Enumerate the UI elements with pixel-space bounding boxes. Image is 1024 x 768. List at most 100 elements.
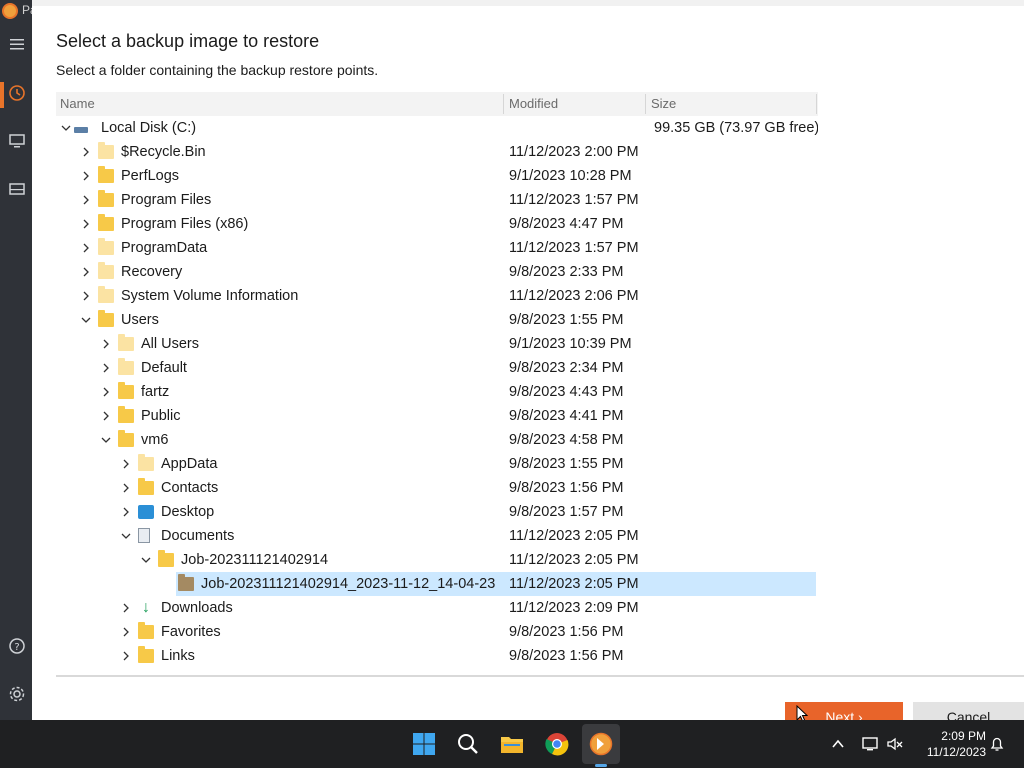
- folder-icon: [158, 550, 174, 567]
- folder-icon: [138, 478, 154, 495]
- notification-bell-icon[interactable]: [988, 735, 1006, 753]
- row-modified: 11/12/2023 2:06 PM: [509, 288, 639, 304]
- documents-folder-icon: [138, 528, 150, 543]
- chevron-right-icon[interactable]: [80, 260, 92, 284]
- row-name: Desktop: [161, 504, 215, 520]
- column-divider[interactable]: [503, 94, 504, 114]
- tree-row[interactable]: Job-202311121402914 11/12/2023 2:05 PM: [56, 548, 818, 572]
- tree-row[interactable]: PerfLogs 9/1/2023 10:28 PM: [56, 164, 818, 188]
- folder-icon: [98, 166, 114, 183]
- tree-row[interactable]: Desktop 9/8/2023 1:57 PM: [56, 500, 818, 524]
- help-icon[interactable]: ?: [6, 637, 28, 659]
- display-icon[interactable]: [861, 735, 879, 753]
- chevron-right-icon[interactable]: [80, 284, 92, 308]
- tree-row[interactable]: Default 9/8/2023 2:34 PM: [56, 356, 818, 380]
- row-modified: 11/12/2023 2:05 PM: [509, 552, 639, 568]
- chevron-right-icon[interactable]: [120, 476, 132, 500]
- row-size: 99.35 GB (73.97 GB free): [654, 120, 818, 136]
- tree-row[interactable]: Favorites 9/8/2023 1:56 PM: [56, 620, 818, 644]
- tree-row[interactable]: All Users 9/1/2023 10:39 PM: [56, 332, 818, 356]
- tree-row[interactable]: Links 9/8/2023 1:56 PM: [56, 644, 818, 668]
- chevron-right-icon[interactable]: [100, 356, 112, 380]
- chevron-right-icon[interactable]: [80, 164, 92, 188]
- row-modified: 9/1/2023 10:39 PM: [509, 336, 632, 352]
- chevron-right-icon[interactable]: [120, 620, 132, 644]
- file-explorer-icon[interactable]: [500, 732, 524, 756]
- folder-icon: [98, 214, 114, 231]
- folder-icon: [98, 142, 114, 159]
- svg-text:?: ?: [14, 642, 19, 653]
- tree-row[interactable]: Local Disk (C:) 99.35 GB (73.97 GB free): [56, 116, 818, 140]
- speaker-muted-icon[interactable]: [886, 735, 904, 753]
- system-clock[interactable]: 2:09 PM 11/12/2023: [906, 728, 986, 760]
- row-modified: 11/12/2023 2:09 PM: [509, 600, 639, 616]
- tree-row[interactable]: Program Files (x86) 9/8/2023 4:47 PM: [56, 212, 818, 236]
- tree-row[interactable]: Users 9/8/2023 1:55 PM: [56, 308, 818, 332]
- chevron-right-icon[interactable]: [80, 140, 92, 164]
- chevron-right-icon[interactable]: [120, 644, 132, 668]
- tree-row[interactable]: Contacts 9/8/2023 1:56 PM: [56, 476, 818, 500]
- tree-row[interactable]: ↓ Downloads 11/12/2023 2:09 PM: [56, 596, 818, 620]
- column-header-name[interactable]: Name: [60, 92, 95, 116]
- row-modified: 11/12/2023 2:05 PM: [509, 576, 639, 592]
- chevron-up-icon[interactable]: [831, 737, 845, 751]
- row-modified: 9/8/2023 4:58 PM: [509, 432, 624, 448]
- tree-row[interactable]: Public 9/8/2023 4:41 PM: [56, 404, 818, 428]
- tree-row[interactable]: $Recycle.Bin 11/12/2023 2:00 PM: [56, 140, 818, 164]
- clock-time: 2:09 PM: [941, 729, 986, 743]
- chevron-right-icon[interactable]: [120, 596, 132, 620]
- chevron-right-icon[interactable]: [80, 212, 92, 236]
- tree-row[interactable]: ProgramData 11/12/2023 1:57 PM: [56, 236, 818, 260]
- chevron-down-icon[interactable]: [140, 548, 152, 572]
- tree-row[interactable]: Documents 11/12/2023 2:05 PM: [56, 524, 818, 548]
- column-divider[interactable]: [816, 94, 817, 114]
- row-modified: 9/1/2023 10:28 PM: [509, 168, 632, 184]
- folder-icon: [118, 358, 134, 375]
- chevron-right-icon[interactable]: [120, 452, 132, 476]
- menu-icon[interactable]: [6, 36, 28, 58]
- row-modified: 9/8/2023 1:56 PM: [509, 624, 624, 640]
- folder-icon: [118, 430, 134, 447]
- chevron-down-icon[interactable]: [60, 116, 72, 140]
- chevron-right-icon[interactable]: [80, 236, 92, 260]
- chevron-right-icon[interactable]: [80, 188, 92, 212]
- clock-icon[interactable]: [6, 84, 28, 106]
- column-header-modified[interactable]: Modified: [509, 92, 558, 116]
- start-icon[interactable]: [412, 732, 436, 756]
- monitor-icon[interactable]: [6, 132, 28, 154]
- row-modified: 11/12/2023 1:57 PM: [509, 240, 639, 256]
- chevron-down-icon[interactable]: [80, 308, 92, 332]
- search-icon[interactable]: [456, 732, 480, 756]
- tree-row[interactable]: vm6 9/8/2023 4:58 PM: [56, 428, 818, 452]
- chevron-right-icon[interactable]: [100, 332, 112, 356]
- tree-row[interactable]: AppData 9/8/2023 1:55 PM: [56, 452, 818, 476]
- row-modified: 11/12/2023 2:00 PM: [509, 144, 639, 160]
- folder-icon: [178, 574, 194, 591]
- sort-ascending-icon: ^: [275, 92, 281, 98]
- row-name: Contacts: [161, 480, 219, 496]
- settings-icon[interactable]: [6, 685, 28, 707]
- tree-row[interactable]: fartz 9/8/2023 4:43 PM: [56, 380, 818, 404]
- chevron-down-icon[interactable]: [100, 428, 112, 452]
- tree-row[interactable]: Recovery 9/8/2023 2:33 PM: [56, 260, 818, 284]
- chevron-down-icon[interactable]: [120, 524, 132, 548]
- background-app-sidebar: Pa ?: [0, 0, 37, 720]
- row-modified: 9/8/2023 2:33 PM: [509, 264, 624, 280]
- chevron-right-icon[interactable]: [100, 380, 112, 404]
- tree-row[interactable]: System Volume Information 11/12/2023 2:06…: [56, 284, 818, 308]
- chrome-icon[interactable]: [545, 732, 569, 756]
- column-divider[interactable]: [645, 94, 646, 114]
- drive-icon[interactable]: [6, 180, 28, 202]
- folder-icon: [98, 286, 114, 303]
- chevron-right-icon[interactable]: [120, 500, 132, 524]
- chevron-right-icon[interactable]: [100, 404, 112, 428]
- column-header-size[interactable]: Size: [651, 92, 676, 116]
- row-name: Public: [141, 408, 181, 424]
- folder-tree[interactable]: ^ Name Modified Size Local Disk (C:) 99.3…: [56, 92, 818, 676]
- tree-row[interactable]: Program Files 11/12/2023 1:57 PM: [56, 188, 818, 212]
- tree-row-selected[interactable]: Job-202311121402914_2023-11-12_14-04-23 1…: [56, 572, 818, 596]
- folder-icon: [138, 622, 154, 639]
- restore-dialog: Select a backup image to restore Select …: [32, 0, 1024, 724]
- row-name: PerfLogs: [121, 168, 180, 184]
- backup-app-icon[interactable]: [589, 732, 613, 756]
